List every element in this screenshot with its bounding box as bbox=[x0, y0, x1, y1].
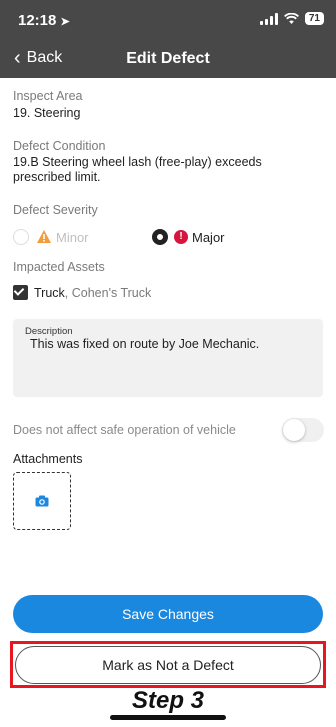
step-highlight-box bbox=[10, 641, 326, 688]
safe-operation-label: Does not affect safe operation of vehicl… bbox=[13, 423, 236, 437]
truck-checkbox[interactable] bbox=[13, 285, 28, 300]
battery-icon: 71 bbox=[304, 12, 324, 25]
home-indicator bbox=[110, 715, 226, 720]
signal-icon bbox=[259, 12, 278, 25]
impacted-assets-label: Impacted Assets bbox=[13, 260, 105, 274]
add-attachment-button[interactable] bbox=[13, 472, 71, 530]
status-bar: 12:18 ➤ 71 bbox=[0, 0, 336, 40]
page-title: Edit Defect bbox=[126, 50, 210, 67]
description-label: Description bbox=[25, 326, 73, 337]
status-icons: 71 bbox=[259, 12, 324, 25]
defect-condition-label: Defect Condition bbox=[13, 139, 106, 153]
minor-radio[interactable] bbox=[13, 229, 29, 245]
location-arrow-icon: ➤ bbox=[60, 16, 70, 28]
toggle-knob bbox=[283, 419, 305, 441]
major-radio[interactable] bbox=[152, 229, 168, 245]
wifi-icon bbox=[283, 12, 299, 24]
defect-condition-value-line1: 19.B Steering wheel lash (free-play) exc… bbox=[13, 155, 262, 169]
step-label: Step 3 bbox=[131, 687, 205, 714]
warning-triangle-icon bbox=[37, 230, 51, 243]
defect-severity-label: Defect Severity bbox=[13, 203, 98, 217]
description-value[interactable]: This was fixed on route by Joe Mechanic. bbox=[30, 337, 259, 351]
checkmark-icon bbox=[13, 285, 25, 296]
asset-detail: , Cohen's Truck bbox=[64, 286, 152, 300]
asset-label[interactable]: Truck, Cohen's Truck bbox=[34, 286, 151, 300]
major-label[interactable]: Major bbox=[192, 230, 225, 245]
minor-label[interactable]: Minor bbox=[56, 230, 89, 245]
inspect-area-value: 19. Steering bbox=[13, 106, 81, 120]
exclamation-circle-icon: ! bbox=[174, 230, 188, 244]
safe-operation-toggle[interactable] bbox=[282, 418, 324, 442]
save-changes-button[interactable]: Save Changes bbox=[13, 595, 323, 633]
asset-name: Truck bbox=[34, 286, 65, 300]
inspect-area-label: Inspect Area bbox=[13, 89, 83, 103]
nav-bar: ‹ Back Edit Defect bbox=[0, 40, 336, 78]
status-time: 12:18 ➤ bbox=[18, 12, 70, 29]
defect-condition-value-line2: prescribed limit. bbox=[13, 170, 101, 184]
time-text: 12:18 bbox=[18, 12, 57, 29]
description-field[interactable]: Description This was fixed on route by J… bbox=[13, 319, 323, 397]
attachments-label: Attachments bbox=[13, 452, 83, 466]
camera-icon bbox=[35, 495, 49, 507]
